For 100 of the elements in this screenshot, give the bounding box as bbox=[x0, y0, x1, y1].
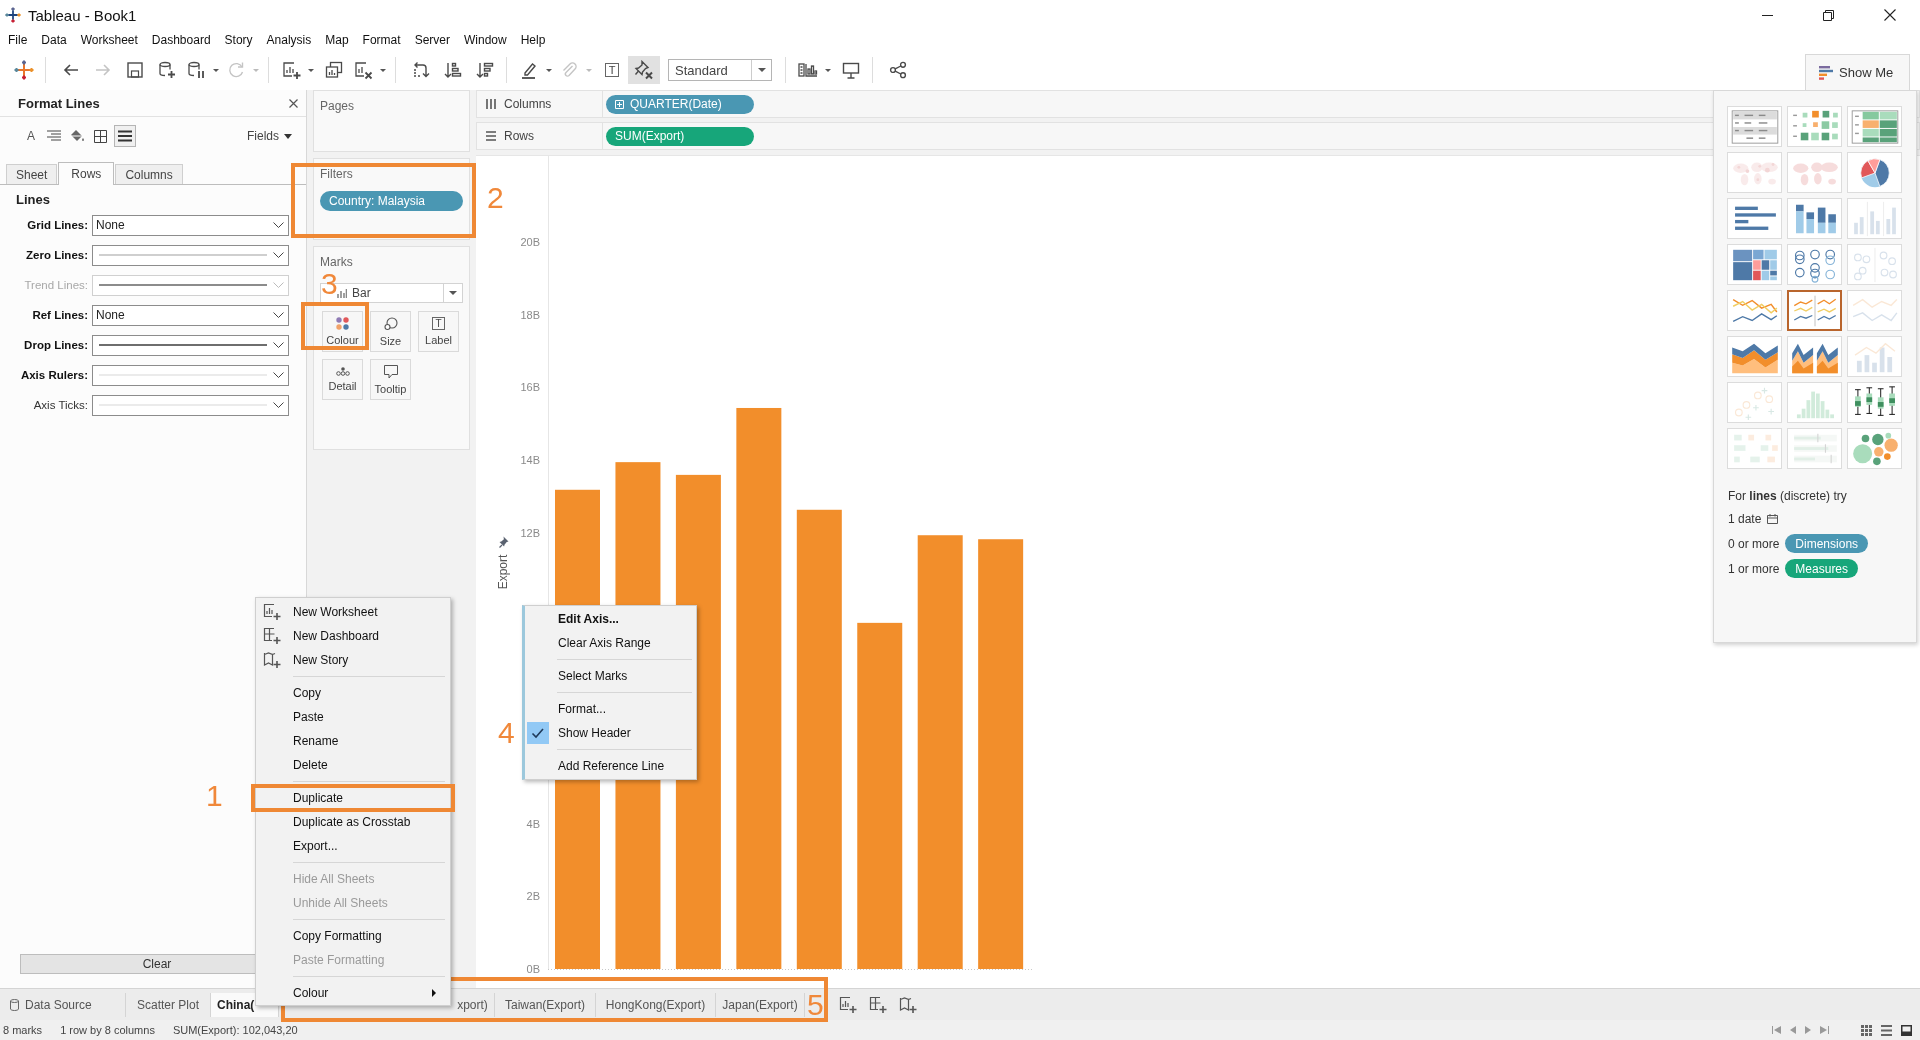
refresh-icon bbox=[227, 61, 245, 79]
menu-item[interactable]: Duplicate bbox=[256, 789, 450, 807]
menu-item[interactable]: Window bbox=[456, 31, 514, 49]
chart-plus-icon bbox=[263, 603, 281, 621]
menu-item[interactable]: Paste bbox=[256, 708, 450, 726]
caret-icon[interactable] bbox=[546, 68, 552, 72]
status-text: SUM(Export): 102,043,20 bbox=[172, 1024, 298, 1036]
menu-item[interactable]: Delete bbox=[256, 756, 450, 774]
format-scope-tab[interactable]: Columns bbox=[115, 164, 183, 184]
pin-icon[interactable] bbox=[498, 536, 509, 549]
menu-item[interactable]: File bbox=[1, 31, 35, 49]
menu-item[interactable]: Add Reference Line bbox=[525, 754, 696, 778]
last-page-icon[interactable] bbox=[1820, 1026, 1829, 1034]
sort-ascending-icon bbox=[444, 61, 462, 79]
field-label: Axis Rulers: bbox=[19, 369, 89, 381]
panes-plus-icon bbox=[263, 627, 281, 645]
caret-icon[interactable] bbox=[825, 68, 831, 72]
lines-tab[interactable] bbox=[114, 125, 136, 147]
field-type-pill: Measures bbox=[1785, 559, 1859, 578]
book-plus-icon bbox=[899, 995, 917, 1014]
chevron-down-icon bbox=[273, 252, 284, 258]
axis-tick-label: 4B bbox=[526, 817, 540, 830]
menu-item[interactable]: Show Header bbox=[525, 721, 696, 745]
menu-item[interactable]: Duplicate as Crosstab bbox=[256, 813, 450, 831]
menu-item[interactable]: New Story bbox=[256, 651, 450, 669]
menu-item[interactable]: Format... bbox=[525, 697, 696, 721]
menu-item[interactable]: Dashboard bbox=[144, 31, 218, 49]
menu-item[interactable]: Data bbox=[34, 31, 74, 49]
axis-tick-label: 18B bbox=[520, 308, 540, 321]
shelf-label: Columns bbox=[504, 97, 552, 111]
caret-icon[interactable] bbox=[308, 68, 314, 72]
chevron-down-icon bbox=[273, 282, 284, 288]
menu-item[interactable]: Rename bbox=[256, 732, 450, 750]
field-label: Grid Lines: bbox=[26, 219, 89, 231]
dropdown-field[interactable]: None bbox=[92, 214, 289, 236]
menu-item[interactable]: Copy bbox=[256, 684, 450, 702]
rows-icon bbox=[486, 131, 496, 141]
fit-dropdown[interactable]: Standard bbox=[668, 59, 772, 81]
format-scope-tab[interactable]: Sheet bbox=[6, 164, 58, 184]
pin-x-icon bbox=[634, 60, 654, 80]
menu-item[interactable]: Story bbox=[217, 31, 260, 49]
requirement-text: 1 date bbox=[1728, 511, 1762, 526]
caret-icon[interactable] bbox=[213, 68, 219, 72]
color-button[interactable]: Colour bbox=[322, 311, 363, 352]
menu-item[interactable]: Analysis bbox=[259, 31, 319, 49]
size-button[interactable]: Size bbox=[370, 311, 411, 352]
list-view-icon[interactable] bbox=[1881, 1024, 1892, 1036]
requirement-text: 1 or more bbox=[1728, 561, 1780, 576]
dropdown-field[interactable]: None bbox=[92, 304, 289, 326]
detail-button[interactable]: Detail bbox=[322, 359, 363, 400]
menu-item[interactable]: Copy Formatting bbox=[256, 927, 450, 945]
next-page-icon[interactable] bbox=[1805, 1026, 1811, 1034]
show-me-hint: For lines (discrete) try bbox=[1728, 489, 1848, 503]
worksheet-tab[interactable]: Japan(Export) bbox=[716, 992, 805, 1017]
menu-item[interactable]: Select Marks bbox=[525, 664, 696, 688]
dropdown-field[interactable] bbox=[92, 244, 289, 266]
submenu-arrow-icon bbox=[432, 989, 436, 997]
data-source-tab[interactable]: Data Source bbox=[0, 992, 126, 1017]
book-plus-icon bbox=[263, 651, 281, 669]
text-align-icon bbox=[47, 130, 61, 142]
grid-view-icon[interactable] bbox=[1861, 1024, 1872, 1036]
app-logo-icon bbox=[5, 7, 21, 23]
show-me-button[interactable]: Show Me bbox=[1805, 54, 1910, 90]
share-icon bbox=[889, 61, 907, 79]
menu-item[interactable]: New Dashboard bbox=[256, 627, 450, 645]
menu-item[interactable]: Server bbox=[407, 31, 457, 49]
menu-item[interactable]: Format bbox=[355, 31, 408, 49]
menu-item[interactable]: Clear Axis Range bbox=[525, 631, 696, 655]
menu-item[interactable]: New Worksheet bbox=[256, 603, 450, 621]
labels-button[interactable]: T bbox=[596, 56, 628, 84]
color-dots-icon bbox=[336, 317, 349, 330]
previous-page-icon[interactable] bbox=[1790, 1026, 1796, 1034]
panes-plus-icon bbox=[869, 995, 887, 1014]
menu-item[interactable]: Help bbox=[513, 31, 553, 49]
chevron-down-icon bbox=[273, 402, 284, 408]
worksheet-tab[interactable]: Taiwan(Export) bbox=[495, 992, 596, 1017]
chart-type-button[interactable] bbox=[1787, 290, 1842, 331]
format-scope-tab[interactable]: Rows bbox=[58, 162, 115, 185]
menu-item[interactable]: Worksheet bbox=[73, 31, 145, 49]
close-icon[interactable] bbox=[289, 98, 298, 108]
dropdown-field[interactable] bbox=[92, 334, 289, 356]
menu-item[interactable]: Export... bbox=[256, 837, 450, 855]
grid-icon bbox=[93, 129, 107, 143]
close-icon bbox=[1883, 9, 1896, 21]
dropdown-field[interactable] bbox=[92, 364, 289, 386]
label-button[interactable]: T Label bbox=[418, 311, 459, 352]
tooltip-button[interactable]: Tooltip bbox=[370, 359, 411, 400]
fix-axes-button[interactable] bbox=[628, 56, 660, 84]
filmstrip-view-icon[interactable] bbox=[1901, 1024, 1912, 1036]
caret-icon[interactable] bbox=[380, 68, 386, 72]
horizontal-bars-icon bbox=[1819, 65, 1833, 80]
font-tab[interactable]: A bbox=[20, 125, 42, 147]
fields-dropdown[interactable]: Fields bbox=[247, 129, 292, 143]
menu-item[interactable]: Edit Axis... bbox=[525, 607, 696, 631]
first-page-icon[interactable] bbox=[1772, 1026, 1781, 1034]
checkmark-icon bbox=[527, 722, 549, 744]
dropdown-field[interactable] bbox=[92, 394, 289, 416]
menu-item[interactable]: Map bbox=[318, 31, 356, 49]
worksheet-tab[interactable]: HongKong(Export) bbox=[596, 992, 716, 1017]
speech-bubble-icon bbox=[383, 364, 398, 379]
